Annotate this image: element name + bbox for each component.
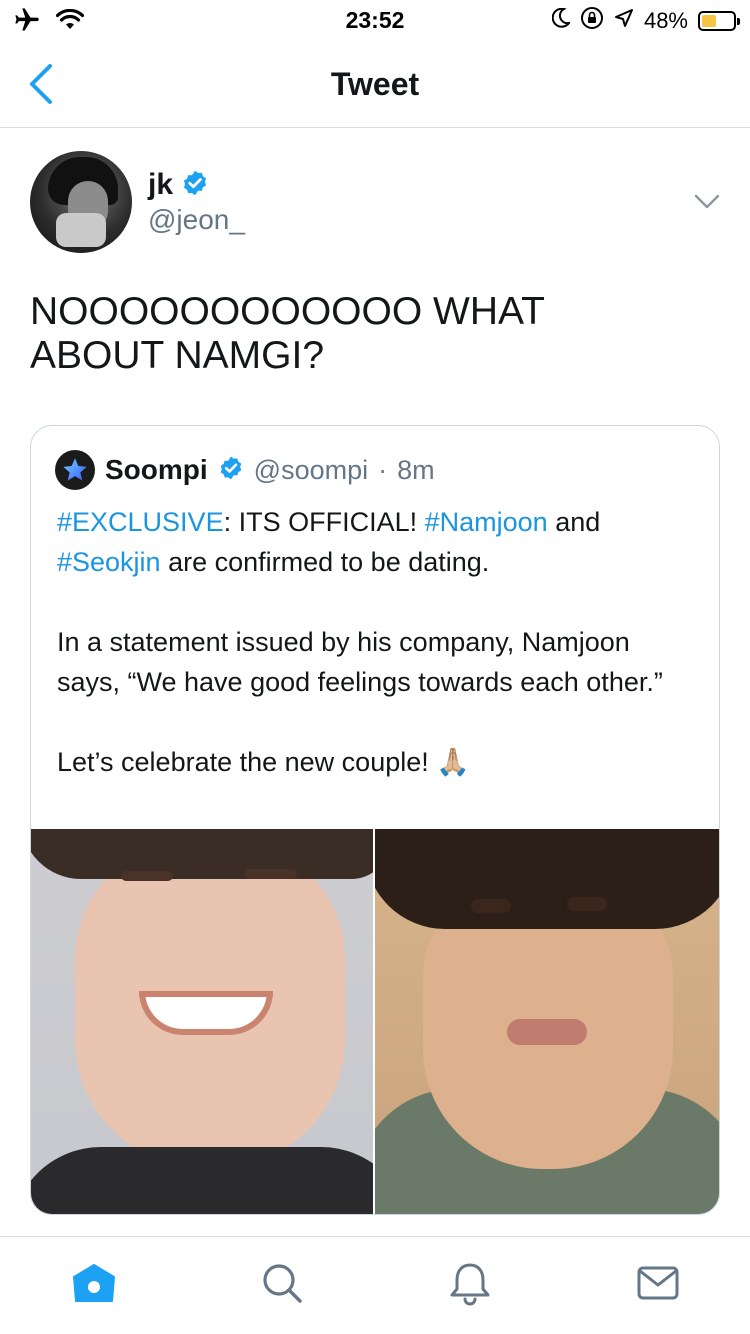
location-icon [614,8,634,33]
quoted-paragraph: In a statement issued by his company, Na… [57,627,663,697]
tweet-text-line: ABOUT NAMGI? [30,334,325,377]
quoted-paragraph: Let’s celebrate the new couple! 🙏🏼 [57,742,697,782]
photo-eye [245,869,297,879]
tweet-text-line: NOOOOOOOOOOOO WHAT [30,290,545,333]
quoted-tweet-card[interactable]: Soompi @soompi · 8m #EXCLUSIVE: ITS OFFI… [30,425,720,1215]
moon-icon [551,7,572,33]
search-icon [263,1264,302,1303]
status-bar: 23:52 48% [0,0,750,40]
nav-bar: Tweet [0,40,750,128]
hashtag-link[interactable]: #Seokjin [57,547,161,577]
text-span: : ITS OFFICIAL! [223,507,425,537]
tab-bar [0,1236,750,1334]
avatar[interactable] [30,151,132,253]
messages-icon [637,1266,679,1300]
user-handle[interactable]: @jeon_ [148,204,245,236]
notifications-icon [450,1263,490,1306]
tab-search[interactable] [258,1259,306,1307]
text-span: are confirmed to be dating. [160,547,490,577]
quoted-media[interactable] [31,829,719,1214]
text-span: and [547,507,601,537]
text-span: Let’s celebrate the new couple! [57,747,437,777]
photo-shirt [31,1147,373,1214]
user-display-name: jk [148,168,174,201]
user-name-row[interactable]: jk [148,168,209,202]
tweet-menu-button[interactable] [694,192,720,212]
chevron-down-icon [694,194,720,209]
photo-eye [567,897,607,911]
photo-left[interactable] [31,829,375,1214]
hashtag-link[interactable]: #EXCLUSIVE [57,507,224,537]
meta-separator: · [378,454,388,485]
hashtag-link[interactable]: #Namjoon [425,507,548,537]
page-title: Tweet [330,66,420,102]
battery-percent: 48% [643,7,688,33]
home-icon [73,1264,115,1302]
tab-notifications[interactable] [446,1259,494,1307]
status-right: 48% [551,6,740,35]
quoted-tweet-text: #EXCLUSIVE: ITS OFFICIAL! #Namjoon and #… [57,502,697,782]
tweet-text: NOOOOOOOOOOOO WHAT ABOUT NAMGI? [30,290,710,378]
quoted-author-name: Soompi [105,454,208,485]
verified-badge-icon [181,169,209,202]
avatar-hand [56,213,106,247]
photo-lips [507,1019,587,1045]
battery-level [702,14,717,27]
tab-messages[interactable] [634,1259,682,1307]
quoted-tweet-header: Soompi @soompi · 8m [55,450,435,490]
verified-badge-icon [218,455,244,486]
photo-eye [471,899,511,913]
battery-icon [698,10,740,31]
photo-right[interactable] [375,829,719,1214]
quoted-paragraph: #EXCLUSIVE: ITS OFFICIAL! #Namjoon and #… [57,502,697,582]
photo-hair [375,829,719,929]
folded-hands-emoji: 🙏🏼 [436,747,470,777]
orientation-lock-icon [580,6,604,35]
quoted-author-handle: @soompi [253,454,369,485]
soompi-logo-icon [55,450,95,490]
quoted-timestamp: 8m [397,454,435,485]
tab-home[interactable] [70,1259,118,1307]
photo-hair [31,829,373,879]
photo-eye [121,871,173,881]
